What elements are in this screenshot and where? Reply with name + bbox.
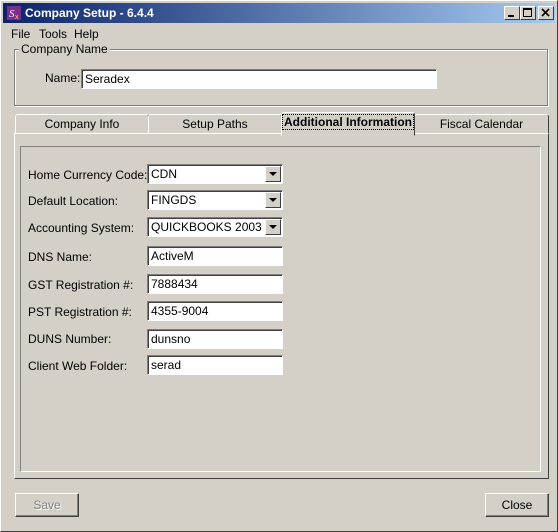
dns-name-input[interactable]: ActiveM <box>147 246 283 266</box>
title-bar[interactable]: S x Company Setup - 6.4.4 <box>3 3 555 23</box>
accounting-system-label: Accounting System: <box>28 221 135 235</box>
menu-bar: File Tools Help <box>3 25 555 43</box>
chevron-down-icon <box>269 198 277 202</box>
client-web-folder-label: Client Web Folder: <box>28 359 128 373</box>
chevron-down-icon <box>269 225 277 229</box>
close-button[interactable]: Close <box>485 493 549 517</box>
home-currency-dropdown[interactable]: CDN <box>147 164 283 184</box>
close-icon <box>541 8 550 17</box>
pst-registration-label: PST Registration #: <box>28 305 132 319</box>
duns-number-input[interactable]: dunsno <box>147 329 283 349</box>
accounting-system-value: QUICKBOOKS 2003 <box>151 220 262 234</box>
default-location-dropdown-button[interactable] <box>265 192 281 208</box>
tab-setup-paths[interactable]: Setup Paths <box>148 114 282 134</box>
tab-additional-information[interactable]: Additional Information <box>281 112 415 136</box>
default-location-label: Default Location: <box>28 194 119 208</box>
minimize-button[interactable] <box>504 6 520 20</box>
company-name-input[interactable]: Seradex <box>81 69 437 89</box>
save-button[interactable]: Save <box>15 493 79 517</box>
default-location-value: FINGDS <box>151 193 197 207</box>
duns-number-label: DUNS Number: <box>28 332 112 346</box>
dns-name-label: DNS Name: <box>28 250 93 264</box>
tab-company-info[interactable]: Company Info <box>15 114 149 134</box>
tab-additional-information-label: Additional Information <box>282 114 414 130</box>
chevron-down-icon <box>269 172 277 176</box>
company-name-group-label: Company Name <box>19 42 110 56</box>
window-title: Company Setup - 6.4.4 <box>25 6 154 20</box>
tab-fiscal-calendar[interactable]: Fiscal Calendar <box>414 114 549 134</box>
svg-text:x: x <box>15 14 19 21</box>
menu-help[interactable]: Help <box>74 27 99 41</box>
tab-setup-paths-label: Setup Paths <box>182 117 248 131</box>
client-web-folder-input[interactable]: serad <box>147 355 283 375</box>
menu-file[interactable]: File <box>11 27 30 41</box>
default-location-dropdown[interactable]: FINGDS <box>147 190 283 210</box>
maximize-icon <box>523 8 532 17</box>
home-currency-dropdown-button[interactable] <box>265 166 281 182</box>
gst-registration-label: GST Registration #: <box>28 278 134 292</box>
tab-company-info-label: Company Info <box>44 117 120 131</box>
accounting-system-dropdown-button[interactable] <box>265 219 281 235</box>
close-window-button[interactable] <box>538 6 554 20</box>
pst-registration-input[interactable]: 4355-9004 <box>147 301 283 321</box>
accounting-system-dropdown[interactable]: QUICKBOOKS 2003 <box>147 217 283 237</box>
home-currency-label: Home Currency Code: <box>28 168 148 182</box>
minimize-icon <box>508 15 514 17</box>
maximize-button[interactable] <box>520 6 536 20</box>
company-setup-window: S x Company Setup - 6.4.4 File Tools Hel… <box>0 0 558 532</box>
name-label: Name: <box>45 71 81 85</box>
home-currency-value: CDN <box>151 167 177 181</box>
gst-registration-input[interactable]: 7888434 <box>147 274 283 294</box>
menu-tools[interactable]: Tools <box>39 27 67 41</box>
seradex-app-icon: S x <box>7 6 21 21</box>
tab-fiscal-calendar-label: Fiscal Calendar <box>439 117 524 131</box>
